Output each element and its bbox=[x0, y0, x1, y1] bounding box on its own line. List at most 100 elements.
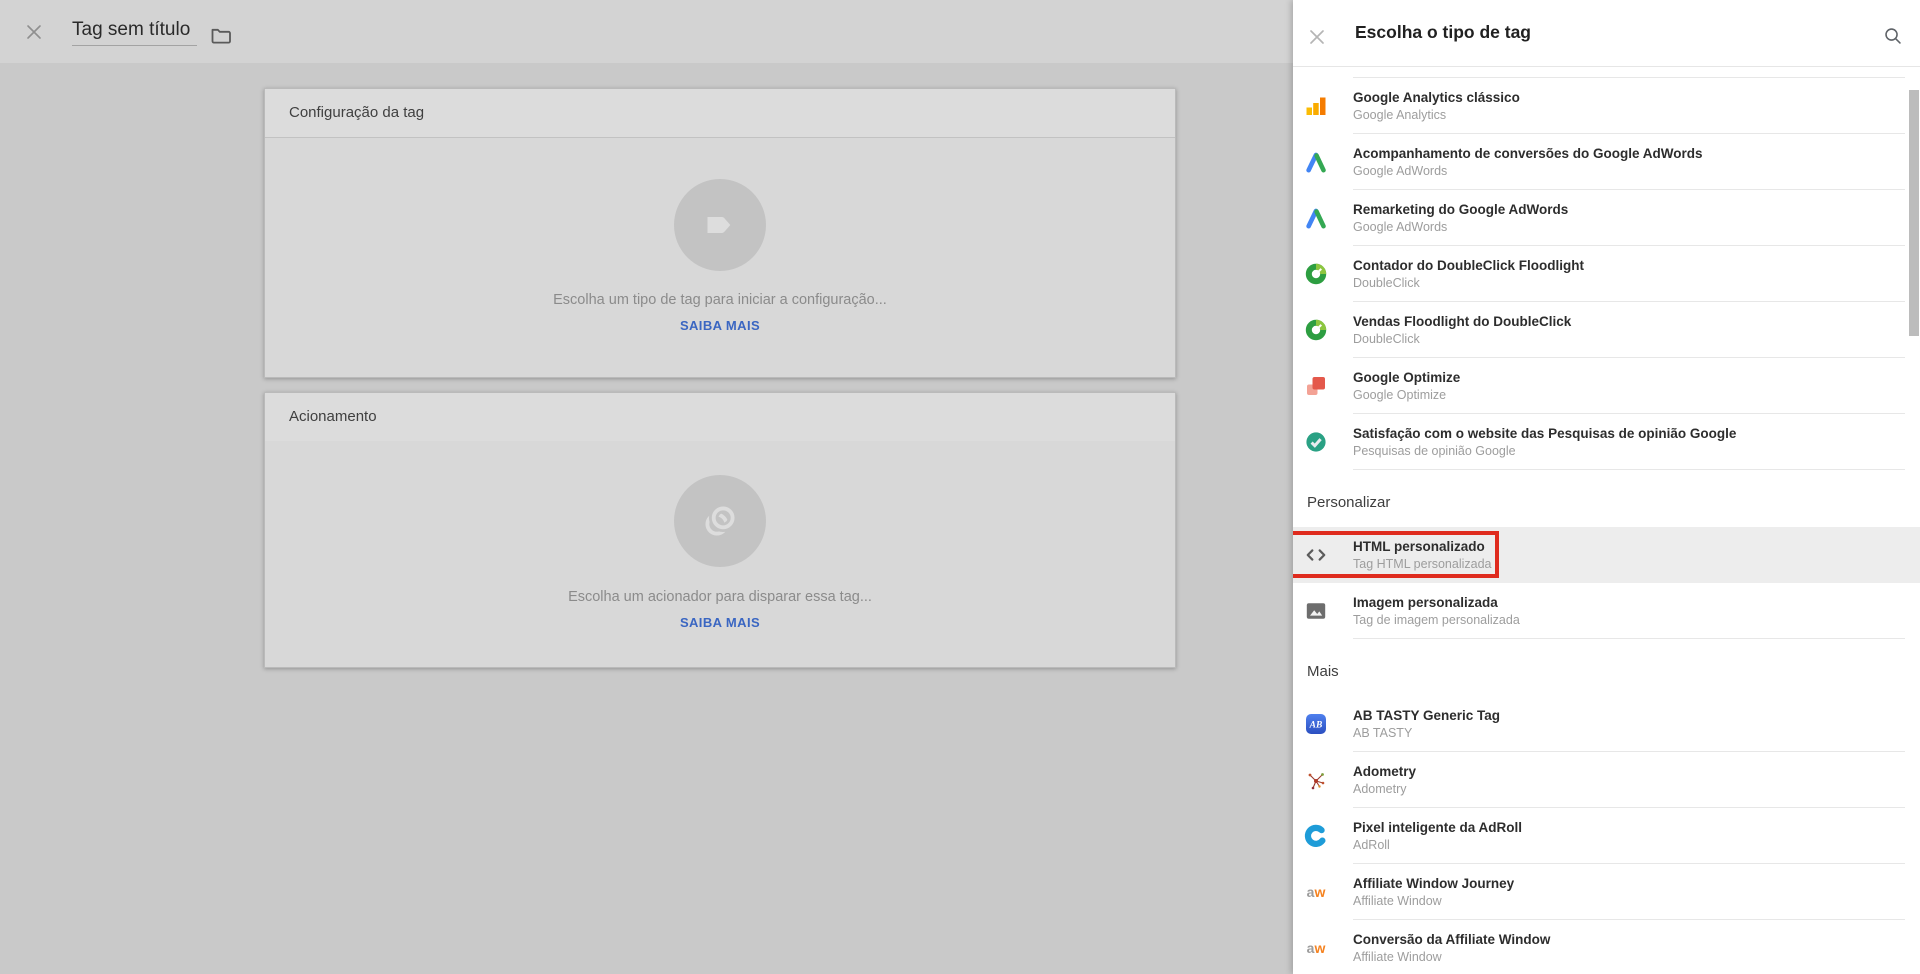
panel-header: Escolha o tipo de tag bbox=[1293, 0, 1920, 67]
adwords-icon bbox=[1303, 149, 1329, 175]
tag-name-input[interactable]: Tag sem título bbox=[72, 19, 197, 46]
editor-topbar: Tag sem título bbox=[0, 0, 1293, 63]
panel-title: Escolha o tipo de tag bbox=[1355, 22, 1531, 42]
tag-type-title: Conversão da Affiliate Window bbox=[1353, 932, 1551, 947]
doubleclick-icon bbox=[1303, 261, 1329, 287]
tag-placeholder-text: Escolha um tipo de tag para iniciar a co… bbox=[553, 292, 887, 308]
tag-type-row[interactable]: Satisfação com o website das Pesquisas d… bbox=[1293, 414, 1920, 470]
gtm-tag-editor-screen: { "colors": { "accent_blue": "#3a66c2", … bbox=[0, 0, 1920, 974]
tag-type-subtitle: Tag HTML personalizada bbox=[1353, 557, 1492, 571]
tag-type-text: Affiliate Window Journey Affiliate Window bbox=[1353, 875, 1514, 909]
tag-type-subtitle: Affiliate Window bbox=[1353, 894, 1442, 908]
tag-type-text: HTML personalizado Tag HTML personalizada bbox=[1353, 538, 1492, 572]
adwords-icon bbox=[1303, 205, 1329, 231]
close-panel-icon[interactable] bbox=[1306, 26, 1328, 48]
aw-icon: aw bbox=[1306, 940, 1326, 956]
trigger-placeholder-text: Escolha um acionador para disparar essa … bbox=[568, 589, 872, 605]
tag-type-subtitle: Pesquisas de opinião Google bbox=[1353, 444, 1516, 458]
tag-type-text: Google Analytics clássico Google Analytic… bbox=[1353, 89, 1520, 123]
tag-type-title: Contador do DoubleClick Floodlight bbox=[1353, 258, 1584, 273]
section-header-mais: Mais bbox=[1293, 639, 1920, 696]
optimize-icon bbox=[1303, 373, 1329, 399]
close-editor-icon[interactable] bbox=[24, 22, 44, 42]
tag-type-title: Satisfação com o website das Pesquisas d… bbox=[1353, 426, 1737, 441]
list-top-partial-divider bbox=[1293, 66, 1920, 78]
tag-type-title: Adometry bbox=[1353, 764, 1417, 779]
tag-type-text: Acompanhamento de conversões do Google A… bbox=[1353, 145, 1703, 179]
tag-type-title: Pixel inteligente da AdRoll bbox=[1353, 820, 1523, 835]
tag-type-row[interactable]: Acompanhamento de conversões do Google A… bbox=[1293, 134, 1920, 190]
tag-type-row[interactable]: Adometry Adometry bbox=[1293, 752, 1920, 808]
ga-classic-icon bbox=[1303, 93, 1329, 119]
tag-placeholder-circle bbox=[674, 179, 766, 271]
doubleclick-icon bbox=[1303, 317, 1329, 343]
custom-html-icon bbox=[1303, 542, 1329, 568]
tag-type-row[interactable]: Contador do DoubleClick Floodlight Double… bbox=[1293, 246, 1920, 302]
tag-type-text: Vendas Floodlight do DoubleClick DoubleCl… bbox=[1353, 313, 1571, 347]
adometry-icon bbox=[1303, 767, 1329, 793]
tag-type-subtitle: Affiliate Window bbox=[1353, 950, 1442, 964]
custom-image-icon bbox=[1303, 598, 1329, 624]
tag-type-text: Google Optimize Google Optimize bbox=[1353, 369, 1460, 403]
surveys-icon bbox=[1303, 429, 1329, 455]
tag-type-subtitle: Adometry bbox=[1353, 782, 1407, 796]
tag-type-row[interactable]: Vendas Floodlight do DoubleClick DoubleCl… bbox=[1293, 302, 1920, 358]
tag-type-title: Imagem personalizada bbox=[1353, 595, 1498, 610]
tag-type-row[interactable]: aw Affiliate Window Journey Affiliate Wind… bbox=[1293, 864, 1920, 920]
tag-type-row[interactable]: Imagem personalizada Tag de imagem person… bbox=[1293, 583, 1920, 639]
tag-type-subtitle: DoubleClick bbox=[1353, 276, 1420, 290]
tag-type-subtitle: AdRoll bbox=[1353, 838, 1390, 852]
tag-type-row[interactable]: AB AB TASTY Generic Tag AB TASTY bbox=[1293, 696, 1920, 752]
section-header-personalizar: Personalizar bbox=[1293, 470, 1920, 527]
tag-type-subtitle: Google Optimize bbox=[1353, 388, 1447, 402]
tag-type-subtitle: Tag de imagem personalizada bbox=[1353, 613, 1520, 627]
tag-type-text: Pixel inteligente da AdRoll AdRoll bbox=[1353, 819, 1522, 853]
tag-type-text: Imagem personalizada Tag de imagem person… bbox=[1353, 594, 1520, 628]
tag-type-title: HTML personalizado bbox=[1353, 539, 1485, 554]
tag-type-title: Remarketing do Google AdWords bbox=[1353, 202, 1569, 217]
choose-tag-type-panel: Escolha o tipo de tag Google Analytics c… bbox=[1293, 0, 1920, 974]
card-header: Acionamento bbox=[265, 393, 1175, 441]
scrollbar-thumb[interactable] bbox=[1909, 90, 1919, 336]
tag-type-subtitle: Google Analytics bbox=[1353, 108, 1447, 122]
tag-type-subtitle: AB TASTY bbox=[1353, 726, 1413, 740]
tag-type-row[interactable]: aw Conversão da Affiliate Window Affiliate… bbox=[1293, 920, 1920, 974]
tag-configuration-card[interactable]: Configuração da tag Escolha um tipo de t… bbox=[264, 88, 1176, 378]
tag-type-row[interactable]: HTML personalizado Tag HTML personalizada bbox=[1293, 527, 1920, 583]
tag-type-subtitle: DoubleClick bbox=[1353, 332, 1420, 346]
tag-type-text: Conversão da Affiliate Window Affiliate W… bbox=[1353, 931, 1550, 965]
section-label: Mais bbox=[1307, 663, 1339, 680]
trigger-card[interactable]: Acionamento Escolha um acionador para di… bbox=[264, 392, 1176, 668]
tag-type-subtitle: Google AdWords bbox=[1353, 164, 1448, 178]
trigger-icon bbox=[705, 503, 738, 536]
tag-editor-backdrop: Tag sem título Configuração da tag Escol… bbox=[0, 0, 1293, 974]
tag-type-row[interactable]: Google Analytics clássico Google Analytic… bbox=[1293, 78, 1920, 134]
tag-type-title: Affiliate Window Journey bbox=[1353, 876, 1515, 891]
tag-type-title: AB TASTY Generic Tag bbox=[1353, 708, 1501, 723]
tag-type-text: Satisfação com o website das Pesquisas d… bbox=[1353, 425, 1736, 459]
tag-type-title: Acompanhamento de conversões do Google A… bbox=[1353, 146, 1703, 161]
tag-type-row[interactable]: Google Optimize Google Optimize bbox=[1293, 358, 1920, 414]
abtasty-icon: AB bbox=[1303, 711, 1329, 737]
tag-type-text: Contador do DoubleClick Floodlight Double… bbox=[1353, 257, 1584, 291]
tag-type-row[interactable]: Pixel inteligente da AdRoll AdRoll bbox=[1293, 808, 1920, 864]
card-header: Configuração da tag bbox=[265, 89, 1175, 138]
tag-type-title: Google Analytics clássico bbox=[1353, 90, 1520, 105]
tag-type-text: Remarketing do Google AdWords Google AdWo… bbox=[1353, 201, 1568, 235]
aw-icon: aw bbox=[1306, 884, 1326, 900]
section-label: Personalizar bbox=[1307, 494, 1391, 511]
svg-text:AB: AB bbox=[1309, 721, 1323, 731]
folder-icon[interactable] bbox=[209, 24, 233, 48]
trigger-placeholder-circle bbox=[674, 475, 766, 567]
tag-type-text: Adometry Adometry bbox=[1353, 763, 1416, 797]
learn-more-link[interactable]: SAIBA MAIS bbox=[265, 615, 1175, 630]
tag-type-list: Google Analytics clássico Google Analytic… bbox=[1293, 66, 1920, 974]
tag-type-row[interactable]: Remarketing do Google AdWords Google AdWo… bbox=[1293, 190, 1920, 246]
search-icon[interactable] bbox=[1882, 25, 1904, 47]
tag-type-subtitle: Google AdWords bbox=[1353, 220, 1448, 234]
tag-type-title: Google Optimize bbox=[1353, 370, 1461, 385]
tag-type-text: AB TASTY Generic Tag AB TASTY bbox=[1353, 707, 1500, 741]
tag-icon bbox=[707, 217, 731, 233]
tag-type-title: Vendas Floodlight do DoubleClick bbox=[1353, 314, 1572, 329]
learn-more-link[interactable]: SAIBA MAIS bbox=[265, 318, 1175, 333]
